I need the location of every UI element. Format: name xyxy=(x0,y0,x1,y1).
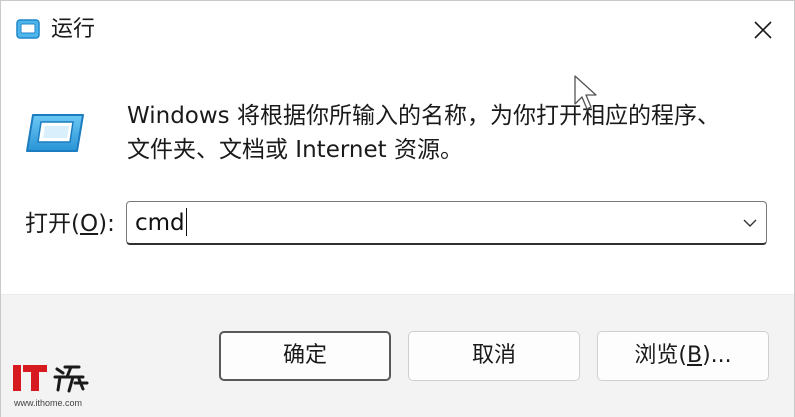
ok-button[interactable]: 确定 xyxy=(219,331,391,381)
browse-label-prefix: 浏览( xyxy=(634,343,687,368)
button-bar: 确定 取消 浏览(B)... xyxy=(1,294,794,417)
cancel-button[interactable]: 取消 xyxy=(408,331,580,381)
ithome-watermark-logo xyxy=(13,365,89,393)
open-label-prefix: 打开( xyxy=(25,211,80,237)
description-text: Windows 将根据你所输入的名称，为你打开相应的程序、 文件夹、文档或 In… xyxy=(127,99,767,167)
open-input-value: cmd xyxy=(135,210,185,236)
run-program-icon xyxy=(26,114,84,152)
window-title: 运行 xyxy=(51,17,96,42)
open-label: 打开(O): xyxy=(25,207,115,241)
open-input[interactable]: cmd xyxy=(135,207,187,239)
run-dialog: 运行 Windows 将根据你所输入的名称，为你打开相应的程序、 文件夹、文档或… xyxy=(0,0,795,417)
close-button[interactable] xyxy=(741,9,785,51)
open-label-mnemonic: O xyxy=(79,211,99,237)
description-line-1: Windows 将根据你所输入的名称，为你打开相应的程序、 xyxy=(127,103,720,129)
browse-label-suffix: )... xyxy=(702,343,732,368)
close-icon xyxy=(754,21,772,39)
chevron-down-icon[interactable] xyxy=(742,215,758,231)
mouse-pointer-icon xyxy=(574,75,597,110)
title-bar[interactable]: 运行 xyxy=(1,1,794,59)
text-caret xyxy=(185,208,187,236)
browse-button[interactable]: 浏览(B)... xyxy=(597,331,769,381)
description-line-2: 文件夹、文档或 Internet 资源。 xyxy=(127,137,463,163)
open-label-suffix: ): xyxy=(98,211,115,237)
open-combobox[interactable]: cmd xyxy=(126,201,767,245)
run-app-icon xyxy=(16,19,40,39)
browse-label-mnemonic: B xyxy=(686,343,703,368)
watermark-url: www.ithome.com xyxy=(14,398,83,408)
